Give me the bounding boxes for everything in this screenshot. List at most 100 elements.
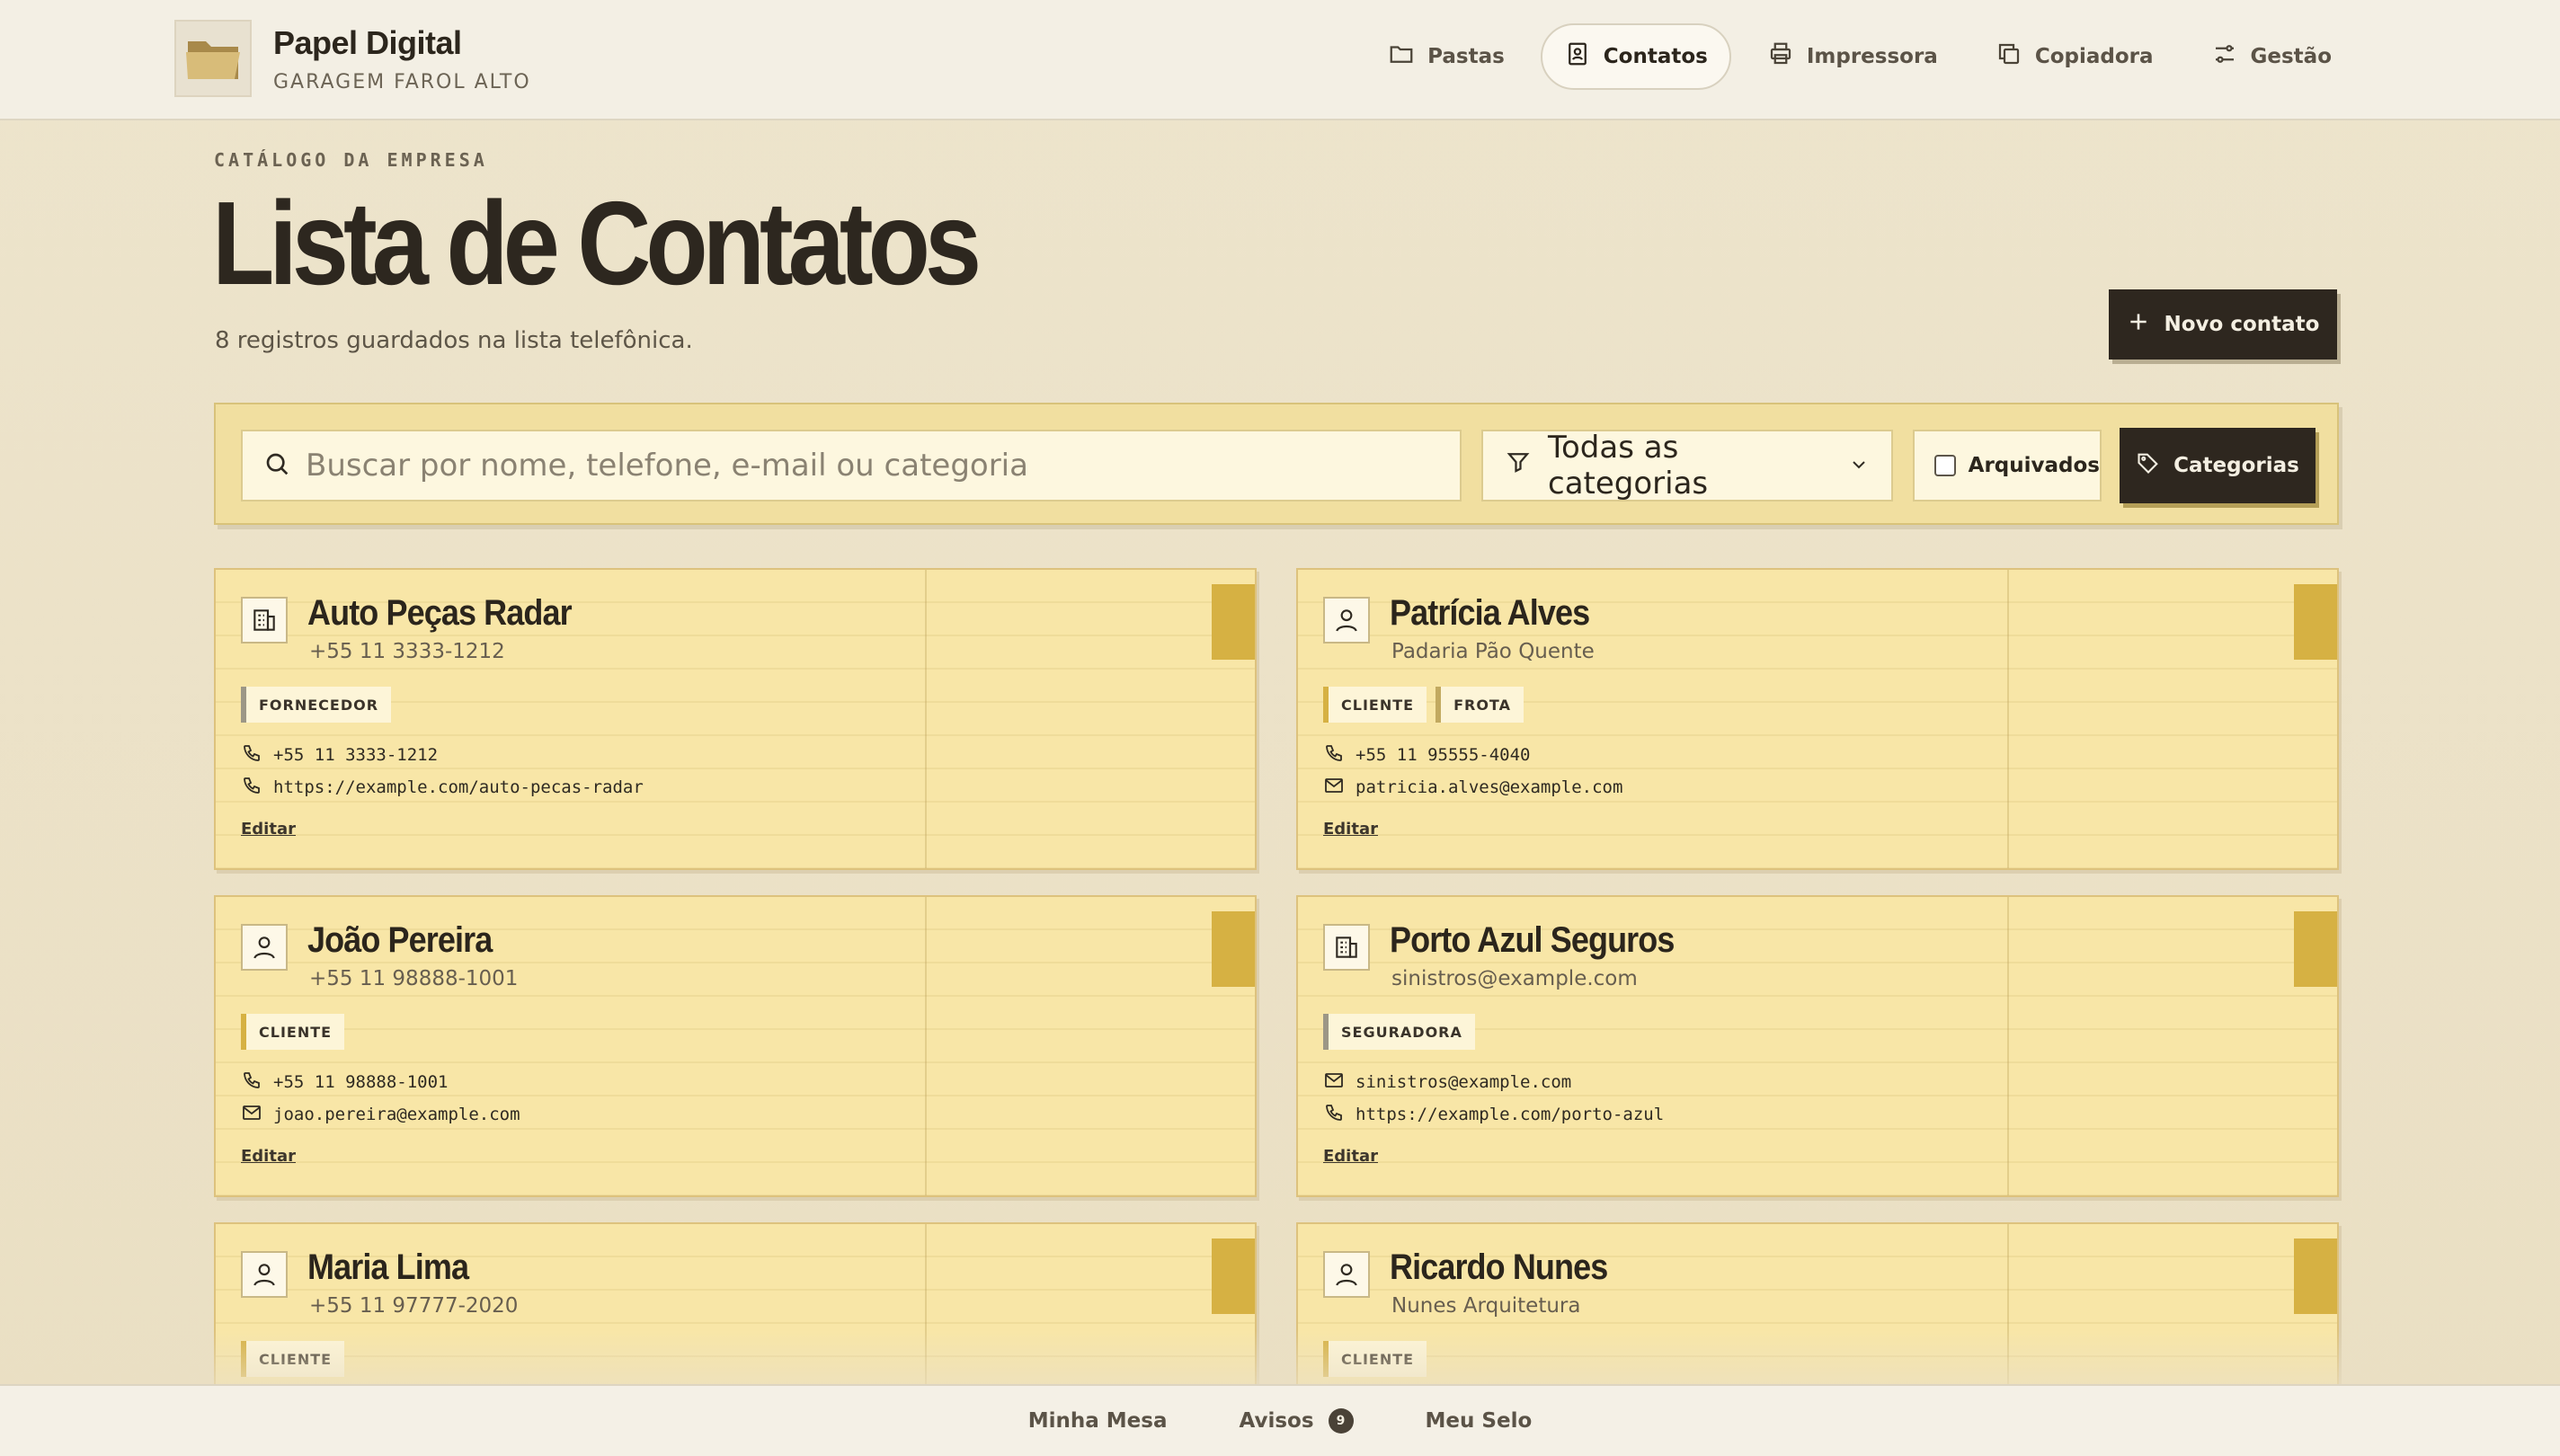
card-margin-line — [925, 570, 927, 868]
contact-detail-text: joao.pereira@example.com — [273, 1105, 520, 1124]
card-index-tab — [2294, 584, 2337, 660]
contact-detail-line[interactable]: +55 11 95555-4040 — [1323, 739, 1622, 771]
contact-detail-line[interactable]: sinistros@example.com — [1323, 1066, 1664, 1098]
page-subtitle: 8 registros guardados na lista telefônic… — [215, 327, 693, 354]
card-index-tab — [1212, 911, 1255, 987]
tag-icon — [2136, 450, 2161, 481]
bottom-item-label: Meu Selo — [1425, 1409, 1533, 1433]
contact-subtitle: +55 11 98888-1001 — [309, 967, 519, 990]
contact-subtitle: +55 11 3333-1212 — [309, 640, 505, 663]
nav-item-label: Contatos — [1603, 45, 1708, 68]
archived-toggle[interactable]: Arquivados — [1913, 430, 2102, 502]
plus-icon — [2127, 310, 2150, 339]
category-select[interactable]: Todas as categorias — [1481, 430, 1893, 502]
contact-detail-line[interactable]: +55 11 3333-1212 — [241, 739, 644, 771]
contact-subtitle: sinistros@example.com — [1391, 967, 1638, 990]
contact-details: +55 11 3333-1212 https://example.com/auto… — [241, 739, 644, 803]
edit-link[interactable]: Editar — [1323, 820, 1378, 839]
edit-link[interactable]: Editar — [241, 1147, 296, 1166]
bottom-item-minha-mesa[interactable]: Minha Mesa — [1028, 1409, 1168, 1433]
new-contact-button[interactable]: Novo contato — [2109, 289, 2337, 360]
person-icon — [1323, 1251, 1370, 1298]
page-title: Lista de Contatos — [212, 177, 982, 309]
card-margin-line — [925, 897, 927, 1195]
nav-item-label: Copiadora — [2034, 45, 2154, 68]
person-icon — [241, 1251, 288, 1298]
contact-detail-text: sinistros@example.com — [1356, 1072, 1572, 1092]
category-tag: CLIENTE — [1323, 687, 1427, 723]
bottom-item-meu-selo[interactable]: Meu Selo — [1426, 1409, 1533, 1433]
contact-tags: CLIENTE FROTA — [1323, 687, 1524, 723]
copy-icon — [1996, 40, 2022, 73]
contact-card[interactable]: Porto Azul Seguros sinistros@example.com S… — [1296, 895, 2339, 1197]
contact-name: Patrícia Alves — [1390, 593, 1590, 633]
contact-detail-text: +55 11 3333-1212 — [273, 745, 439, 765]
page-eyebrow: CATÁLOGO DA EMPRESA — [214, 149, 488, 171]
contact-details: +55 11 95555-4040 patricia.alves@example.… — [1323, 739, 1622, 803]
brand-subtitle: GARAGEM FAROL ALTO — [273, 70, 531, 93]
contact-tags: FORNECEDOR — [241, 687, 392, 723]
contact-name: Auto Peças Radar — [307, 593, 573, 633]
categories-button[interactable]: Categorias — [2120, 428, 2316, 503]
contact-details: sinistros@example.com https://example.com… — [1323, 1066, 1664, 1131]
contact-tags: SEGURADORA — [1323, 1014, 1475, 1050]
scroll-fade — [0, 1330, 2560, 1386]
filter-bar: Todas as categorias Arquivados Categoria… — [214, 403, 2339, 525]
nav-item-label: Impressora — [1806, 45, 1938, 68]
contact-detail-line[interactable]: patricia.alves@example.com — [1323, 771, 1622, 803]
contact-subtitle: Padaria Pão Quente — [1391, 640, 1595, 663]
bottom-item-label: Avisos — [1239, 1409, 1314, 1433]
phone-icon — [241, 1070, 262, 1096]
contact-detail-text: https://example.com/auto-pecas-radar — [273, 777, 644, 797]
printer-icon — [1767, 40, 1794, 73]
contact-tags: CLIENTE — [241, 1014, 345, 1050]
contact-detail-line[interactable]: joao.pereira@example.com — [241, 1098, 520, 1131]
contact-name: Porto Azul Seguros — [1390, 920, 1675, 960]
mail-icon — [241, 1102, 262, 1128]
edit-link[interactable]: Editar — [241, 820, 296, 839]
edit-link[interactable]: Editar — [1323, 1147, 1378, 1166]
building-icon — [241, 597, 288, 644]
contact-subtitle: Nunes Arquitetura — [1391, 1294, 1581, 1318]
contact-name: Maria Lima — [307, 1247, 469, 1287]
notification-badge: 9 — [1328, 1408, 1354, 1434]
contact-detail-line[interactable]: https://example.com/auto-pecas-radar — [241, 771, 644, 803]
contact-card[interactable]: Auto Peças Radar +55 11 3333-1212 FORNECED… — [214, 568, 1257, 870]
nav-item-gestao[interactable]: Gestão — [2190, 23, 2353, 90]
top-bar: Papel Digital GARAGEM FAROL ALTO Pastas … — [0, 0, 2560, 120]
archived-label: Arquivados — [1968, 454, 2100, 477]
category-select-value: Todas as categorias — [1548, 430, 1709, 502]
nav-item-impressora[interactable]: Impressora — [1746, 23, 1960, 90]
card-index-tab — [1212, 1238, 1255, 1314]
nav-item-pastas[interactable]: Pastas — [1366, 23, 1526, 90]
nav-item-copiadora[interactable]: Copiadora — [1974, 23, 2175, 90]
bottom-bar: Minha Mesa Avisos 9 Meu Selo — [0, 1384, 2560, 1456]
card-index-tab — [2294, 911, 2337, 987]
person-icon — [241, 924, 288, 971]
bottom-item-avisos[interactable]: Avisos 9 — [1239, 1408, 1354, 1434]
contact-detail-text: +55 11 98888-1001 — [273, 1072, 449, 1092]
brand[interactable]: Papel Digital GARAGEM FAROL ALTO — [174, 20, 531, 97]
search-input[interactable] — [306, 448, 1438, 484]
nav-item-label: Pastas — [1427, 45, 1505, 68]
category-tag: SEGURADORA — [1323, 1014, 1475, 1050]
filter-icon — [1505, 448, 1532, 484]
search-field[interactable] — [241, 430, 1462, 502]
archived-checkbox[interactable] — [1934, 455, 1956, 476]
phone-icon — [241, 775, 262, 801]
category-tag: CLIENTE — [241, 1014, 345, 1050]
contact-card[interactable]: João Pereira +55 11 98888-1001 CLIENTE +55 … — [214, 895, 1257, 1197]
sliders-icon — [2211, 40, 2238, 73]
folder-icon — [1388, 40, 1415, 73]
contact-detail-line[interactable]: https://example.com/porto-azul — [1323, 1098, 1664, 1131]
bottom-item-label: Minha Mesa — [1027, 1409, 1168, 1433]
brand-title: Papel Digital — [273, 23, 462, 61]
mail-icon — [1323, 775, 1345, 801]
contact-card[interactable]: Patrícia Alves Padaria Pão Quente CLIENTE F… — [1296, 568, 2339, 870]
category-tag: FROTA — [1436, 687, 1524, 723]
mail-icon — [1323, 1070, 1345, 1096]
card-index-tab — [1212, 584, 1255, 660]
contact-details: +55 11 98888-1001 joao.pereira@example.co… — [241, 1066, 520, 1131]
nav-item-contatos[interactable]: Contatos — [1540, 23, 1731, 90]
contact-detail-line[interactable]: +55 11 98888-1001 — [241, 1066, 520, 1098]
